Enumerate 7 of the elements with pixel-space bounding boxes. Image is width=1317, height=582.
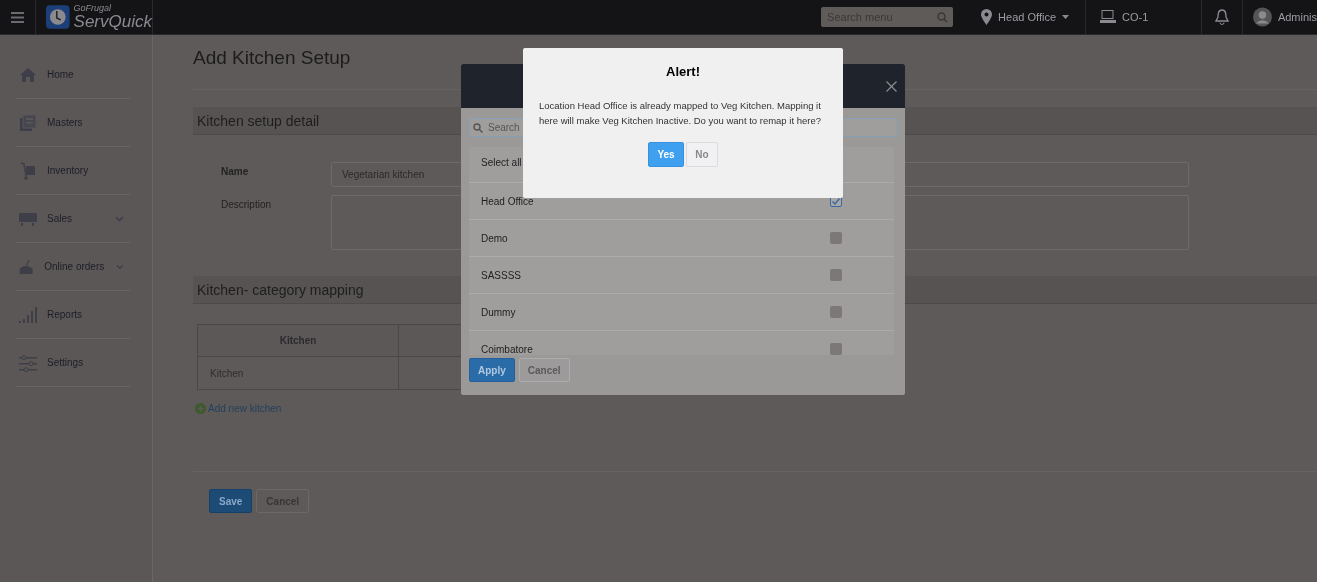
- description-label: Description: [221, 198, 273, 212]
- page-title: Add Kitchen Setup: [193, 47, 352, 69]
- terminal-label: CO-1: [1122, 11, 1149, 23]
- name-label: Name: [221, 165, 250, 179]
- brand-name: GoFrugal: [73, 4, 113, 13]
- product-name: ServQuick: [73, 13, 152, 30]
- alert-title: Alert!: [665, 64, 701, 79]
